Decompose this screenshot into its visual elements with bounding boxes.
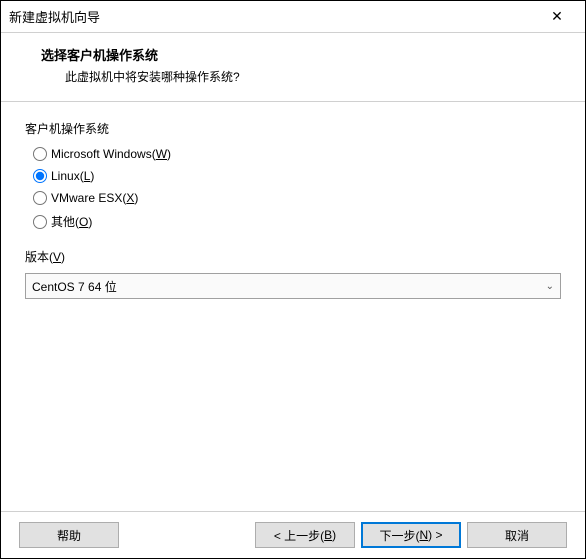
radio-vmware-esx-label: VMware ESX(X) [51, 191, 138, 205]
radio-linux-label: Linux(L) [51, 169, 94, 183]
wizard-dialog: 新建虚拟机向导 ✕ 选择客户机操作系统 此虚拟机中将安装哪种操作系统? 客户机操… [0, 0, 586, 559]
back-button[interactable]: < 上一步(B) [255, 522, 355, 548]
dialog-title: 新建虚拟机向导 [9, 7, 537, 26]
os-group-label: 客户机操作系统 [25, 120, 561, 137]
titlebar: 新建虚拟机向导 ✕ [1, 1, 585, 33]
close-icon[interactable]: ✕ [537, 8, 577, 25]
version-label: 版本(V) [25, 248, 561, 265]
os-option-linux[interactable]: Linux(L) [33, 169, 561, 183]
radio-other[interactable] [33, 215, 47, 229]
radio-other-label: 其他(O) [51, 213, 92, 230]
radio-windows[interactable] [33, 147, 47, 161]
next-button[interactable]: 下一步(N) > [361, 522, 461, 548]
chevron-down-icon: ⌄ [546, 281, 554, 292]
os-radio-group: Microsoft Windows(W) Linux(L) VMware ESX… [25, 147, 561, 230]
wizard-header: 选择客户机操作系统 此虚拟机中将安装哪种操作系统? [1, 33, 585, 102]
version-section: 版本(V) CentOS 7 64 位 ⌄ [25, 248, 561, 299]
version-selected: CentOS 7 64 位 [32, 278, 546, 295]
wizard-footer: 帮助 < 上一步(B) 下一步(N) > 取消 [1, 511, 585, 558]
radio-vmware-esx[interactable] [33, 191, 47, 205]
radio-linux[interactable] [33, 169, 47, 183]
page-heading: 选择客户机操作系统 [25, 45, 561, 64]
cancel-button[interactable]: 取消 [467, 522, 567, 548]
version-dropdown[interactable]: CentOS 7 64 位 ⌄ [25, 273, 561, 299]
wizard-content: 客户机操作系统 Microsoft Windows(W) Linux(L) VM… [1, 102, 585, 511]
os-option-vmware-esx[interactable]: VMware ESX(X) [33, 191, 561, 205]
radio-windows-label: Microsoft Windows(W) [51, 147, 171, 161]
help-button[interactable]: 帮助 [19, 522, 119, 548]
page-subtext: 此虚拟机中将安装哪种操作系统? [25, 68, 561, 85]
os-option-other[interactable]: 其他(O) [33, 213, 561, 230]
os-option-windows[interactable]: Microsoft Windows(W) [33, 147, 561, 161]
